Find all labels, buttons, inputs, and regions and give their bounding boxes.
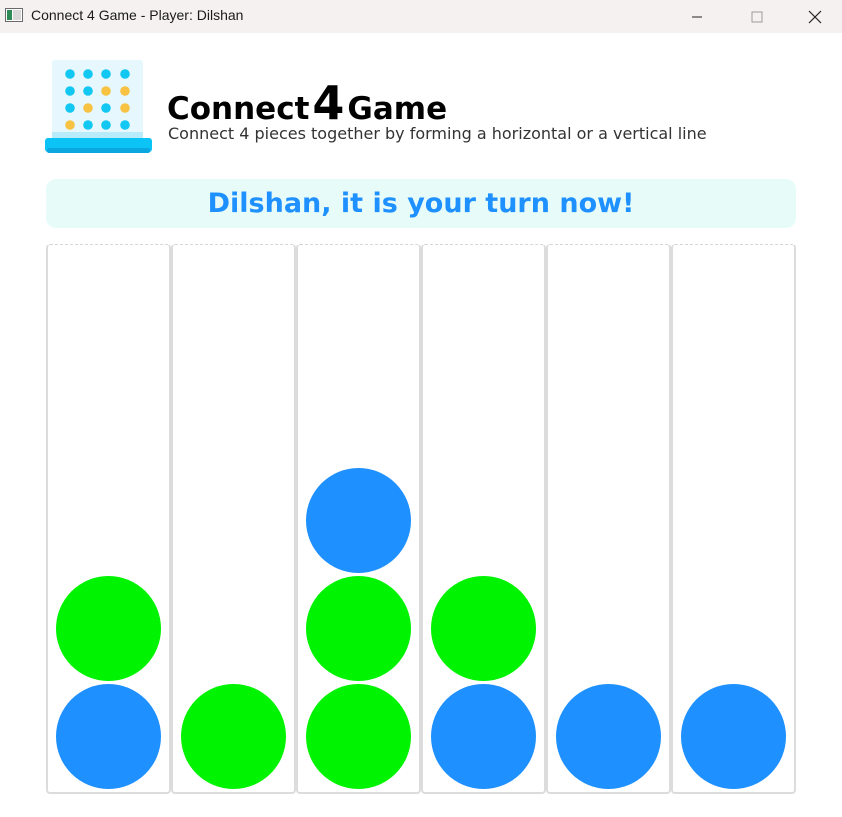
logo-dot	[83, 86, 93, 96]
window-title: Connect 4 Game - Player: Dilshan	[31, 7, 244, 23]
logo-dot	[65, 103, 75, 113]
blue-disc	[681, 684, 786, 789]
logo-dot	[120, 103, 130, 113]
blue-disc	[556, 684, 661, 789]
maximize-icon	[751, 11, 763, 22]
logo-dot	[83, 103, 93, 113]
board-column-1[interactable]	[46, 244, 171, 794]
logo-dot	[120, 86, 130, 96]
page-subtitle: Connect 4 pieces together by forming a h…	[168, 124, 707, 143]
green-disc	[56, 576, 161, 681]
logo-dot	[120, 120, 130, 130]
logo-dot	[120, 69, 130, 79]
logo-dot	[65, 86, 75, 96]
title-word-game: Game	[347, 91, 448, 127]
green-disc	[431, 576, 536, 681]
logo-dot	[83, 69, 93, 79]
logo-dot	[65, 120, 75, 130]
close-button[interactable]	[792, 0, 838, 33]
title-number: 4	[312, 76, 345, 130]
minimize-icon	[692, 16, 702, 17]
blue-disc	[431, 684, 536, 789]
window-titlebar: Connect 4 Game - Player: Dilshan	[0, 0, 842, 33]
board-column-6[interactable]	[671, 244, 796, 794]
title-word-connect: Connect	[167, 91, 310, 127]
blue-disc	[306, 468, 411, 573]
logo-dot	[101, 120, 111, 130]
green-disc	[181, 684, 286, 789]
logo-dot	[83, 120, 93, 130]
close-icon	[808, 10, 822, 23]
turn-message: Dilshan, it is your turn now!	[207, 188, 635, 219]
game-board	[46, 244, 796, 794]
page-title: Connect4Game	[167, 76, 447, 130]
board-column-4[interactable]	[421, 244, 546, 794]
connect-four-board-icon	[45, 60, 152, 153]
board-column-5[interactable]	[546, 244, 671, 794]
green-disc	[306, 576, 411, 681]
logo-dot	[101, 103, 111, 113]
logo-dot	[65, 69, 75, 79]
app-icon	[5, 8, 23, 22]
green-disc	[306, 684, 411, 789]
maximize-button[interactable]	[734, 0, 780, 33]
minimize-button[interactable]	[674, 0, 720, 33]
board-column-2[interactable]	[171, 244, 296, 794]
blue-disc	[56, 684, 161, 789]
logo-dot	[101, 86, 111, 96]
board-column-3[interactable]	[296, 244, 421, 794]
turn-banner: Dilshan, it is your turn now!	[46, 179, 796, 228]
logo-dot	[101, 69, 111, 79]
